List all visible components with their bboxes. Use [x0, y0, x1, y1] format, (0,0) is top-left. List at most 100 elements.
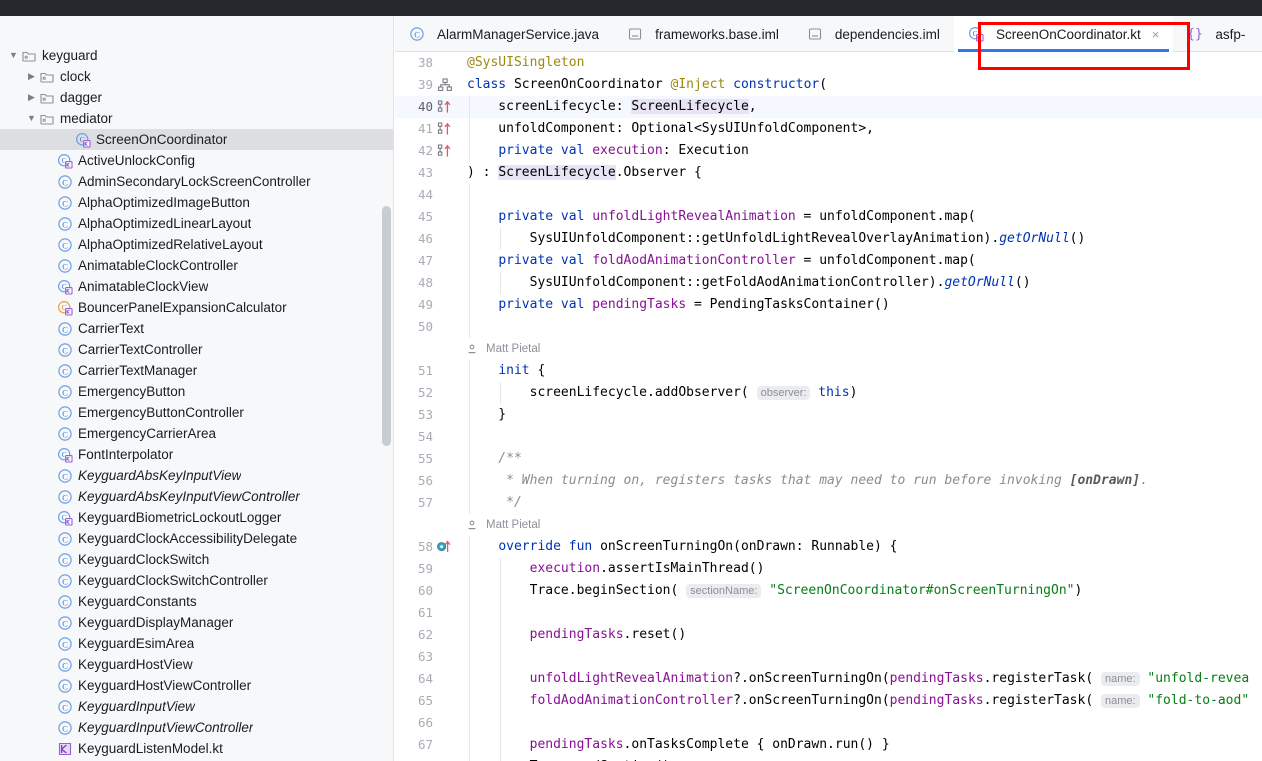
editor-tab-active[interactable]: C ScreenOnCoordinator.kt ×: [953, 16, 1174, 52]
chevron-right-icon[interactable]: ▶: [24, 72, 39, 81]
override-up-icon[interactable]: [437, 143, 455, 159]
code-line[interactable]: 55 /**: [395, 448, 1262, 470]
chevron-down-icon[interactable]: ▼: [6, 51, 21, 60]
code-line[interactable]: 48 SysUIUnfoldComponent::getFoldAodAnima…: [395, 272, 1262, 294]
code-author-annotation[interactable]: Matt Pietal: [395, 338, 1262, 360]
code-line[interactable]: 44: [395, 184, 1262, 206]
chevron-down-icon[interactable]: ▼: [24, 114, 39, 123]
tree-item[interactable]: C EmergencyCarrierArea: [0, 423, 393, 444]
code-line[interactable]: 41 unfoldComponent: Optional<SysUIUnfold…: [395, 118, 1262, 140]
code-area[interactable]: 38 @SysUISingleton 39 class ScreenOnCoordin…: [395, 52, 1262, 761]
tree-item[interactable]: C CarrierText: [0, 318, 393, 339]
author-person-icon: [467, 344, 477, 354]
code-line[interactable]: 50: [395, 316, 1262, 338]
line-number: 42: [417, 143, 433, 158]
tree-item[interactable]: C KeyguardAbsKeyInputViewController: [0, 486, 393, 507]
tree-item[interactable]: C AnimatableClockController: [0, 255, 393, 276]
code-line[interactable]: 64 unfoldLightRevealAnimation?.onScreenT…: [395, 668, 1262, 690]
tree-item[interactable]: C AdminSecondaryLockScreenController: [0, 171, 393, 192]
editor-tab[interactable]: C AlarmManagerService.java: [395, 16, 613, 52]
editor-tab[interactable]: frameworks.base.iml: [613, 16, 793, 52]
tree-item[interactable]: ▼ mediator: [0, 108, 393, 129]
breakpoint-override-icon[interactable]: [437, 539, 455, 555]
tree-item[interactable]: ▶ dagger: [0, 87, 393, 108]
code-line[interactable]: 54: [395, 426, 1262, 448]
editor-tab[interactable]: dependencies.iml: [793, 16, 954, 52]
tree-item[interactable]: C AnimatableClockView: [0, 276, 393, 297]
tree-item[interactable]: C FontInterpolator: [0, 444, 393, 465]
code-line[interactable]: 40 screenLifecycle: ScreenLifecycle,: [395, 96, 1262, 118]
code-token: ScreenLifecycle: [498, 165, 616, 180]
code-line[interactable]: 67 pendingTasks.onTasksComplete { onDraw…: [395, 734, 1262, 756]
editor-tab-strip[interactable]: C AlarmManagerService.java frameworks.base…: [395, 16, 1262, 52]
chevron-right-icon[interactable]: ▶: [24, 93, 39, 102]
svg-text:C: C: [62, 598, 68, 607]
tree-item[interactable]: C AlphaOptimizedLinearLayout: [0, 213, 393, 234]
tree-item[interactable]: C KeyguardHostView: [0, 654, 393, 675]
tree-item[interactable]: KeyguardListenModel.kt: [0, 738, 393, 759]
code-line[interactable]: 39 class ScreenOnCoordinator @Inject cons…: [395, 74, 1262, 96]
code-line[interactable]: 62 pendingTasks.reset(): [395, 624, 1262, 646]
override-up-icon[interactable]: [437, 99, 455, 115]
code-line[interactable]: 45 private val unfoldLightRevealAnimatio…: [395, 206, 1262, 228]
code-line[interactable]: 59 execution.assertIsMainThread(): [395, 558, 1262, 580]
tree-item[interactable]: ▼ keyguard: [0, 45, 393, 66]
tree-item[interactable]: C KeyguardEsimArea: [0, 633, 393, 654]
tree-item[interactable]: C EmergencyButton: [0, 381, 393, 402]
tree-item[interactable]: C EmergencyButtonController: [0, 402, 393, 423]
close-icon[interactable]: ×: [1152, 28, 1160, 41]
code-line[interactable]: 61: [395, 602, 1262, 624]
tree-item[interactable]: C KeyguardClockSwitch: [0, 549, 393, 570]
code-line[interactable]: 60 Trace.beginSection( sectionName: "Scr…: [395, 580, 1262, 602]
tree-item[interactable]: C KeyguardConstants: [0, 591, 393, 612]
override-up-icon[interactable]: [437, 121, 455, 137]
tree-item[interactable]: C KeyguardClockAccessibilityDelegate: [0, 528, 393, 549]
code-token: foldAodAnimationController: [529, 693, 734, 708]
tree-item[interactable]: C KeyguardClockSwitchController: [0, 570, 393, 591]
code-line[interactable]: 57 */: [395, 492, 1262, 514]
code-line[interactable]: 68 Trace.endSection(): [395, 756, 1262, 761]
tree-item[interactable]: C KeyguardInputViewController: [0, 717, 393, 738]
tree-item-label: keyguard: [42, 48, 98, 63]
tree-item-label: KeyguardDisplayManager: [78, 615, 234, 630]
tree-item[interactable]: ▶ clock: [0, 66, 393, 87]
sidebar-scrollbar-thumb[interactable]: [382, 206, 391, 446]
class-hierarchy-icon[interactable]: [437, 77, 455, 93]
tree-item[interactable]: C KeyguardInputView: [0, 696, 393, 717]
project-tree-panel[interactable]: ▼ keyguard ▶ clock ▶ dagger ▼ mediator C ScreenO…: [0, 16, 394, 761]
code-token: getOrNull: [999, 231, 1070, 246]
code-line[interactable]: 47 private val foldAodAnimationControlle…: [395, 250, 1262, 272]
code-line[interactable]: 53 }: [395, 404, 1262, 426]
svg-text:C: C: [62, 472, 68, 481]
tree-item[interactable]: C BouncerPanelExpansionCalculator: [0, 297, 393, 318]
tree-item[interactable]: C CarrierTextController: [0, 339, 393, 360]
tree-item[interactable]: C KeyguardDisplayManager: [0, 612, 393, 633]
tree-item[interactable]: C AlphaOptimizedRelativeLayout: [0, 234, 393, 255]
code-line[interactable]: 38 @SysUISingleton: [395, 52, 1262, 74]
tree-item-selected[interactable]: C ScreenOnCoordinator: [0, 129, 393, 150]
editor-tab[interactable]: {} asfp-: [1173, 16, 1259, 52]
code-lines[interactable]: 38 @SysUISingleton 39 class ScreenOnCoordin…: [395, 52, 1262, 761]
code-line[interactable]: 52 screenLifecycle.addObserver( observer…: [395, 382, 1262, 404]
code-line[interactable]: 46 SysUIUnfoldComponent::getUnfoldLightR…: [395, 228, 1262, 250]
code-author-annotation[interactable]: Matt Pietal: [395, 514, 1262, 536]
project-tree[interactable]: ▼ keyguard ▶ clock ▶ dagger ▼ mediator C ScreenO…: [0, 45, 393, 759]
code-line[interactable]: 56 * When turning on, registers tasks th…: [395, 470, 1262, 492]
tree-item[interactable]: C KeyguardAbsKeyInputView: [0, 465, 393, 486]
code-line[interactable]: 43) : ScreenLifecycle.Observer {: [395, 162, 1262, 184]
code-line[interactable]: 63: [395, 646, 1262, 668]
tree-item[interactable]: C AlphaOptimizedImageButton: [0, 192, 393, 213]
code-line[interactable]: 58 override fun onScreenTurningOn(onDraw…: [395, 536, 1262, 558]
code-line[interactable]: 42 private val execution: Execution: [395, 140, 1262, 162]
code-line[interactable]: 66: [395, 712, 1262, 734]
tree-item[interactable]: C KeyguardBiometricLockoutLogger: [0, 507, 393, 528]
tree-item[interactable]: C KeyguardHostViewController: [0, 675, 393, 696]
tree-item[interactable]: C ActiveUnlockConfig: [0, 150, 393, 171]
code-line[interactable]: 49 private val pendingTasks = PendingTas…: [395, 294, 1262, 316]
indent-guide: [500, 712, 501, 734]
tree-item[interactable]: C CarrierTextManager: [0, 360, 393, 381]
code-line[interactable]: 51 init {: [395, 360, 1262, 382]
line-number: 45: [417, 209, 433, 224]
code-line[interactable]: 65 foldAodAnimationController?.onScreenT…: [395, 690, 1262, 712]
